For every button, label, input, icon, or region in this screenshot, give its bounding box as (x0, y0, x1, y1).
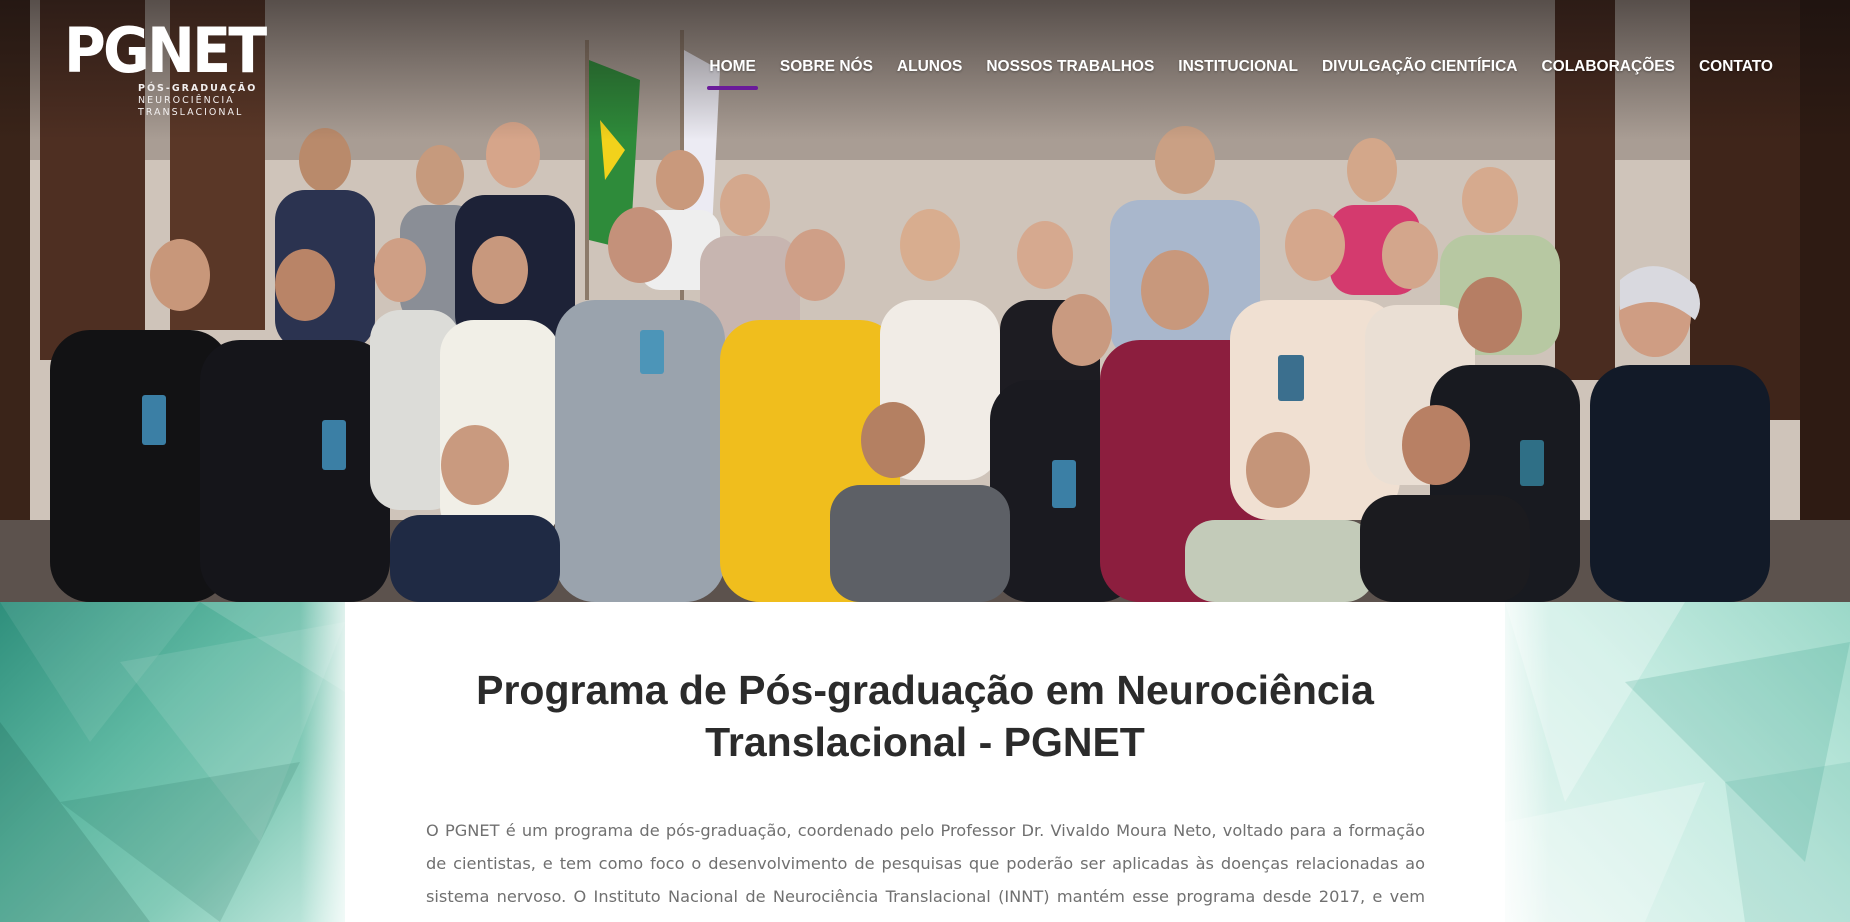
right-fade (1490, 602, 1550, 922)
nav-item-home[interactable]: HOME (707, 58, 758, 90)
nav-item-alunos[interactable]: ALUNOS (897, 58, 962, 76)
decorative-left-panel (0, 602, 345, 922)
logo-subtitle-3: TRANSLACIONAL (138, 107, 244, 118)
site-logo[interactable]: PGNET PÓS-GRADUAÇÃO NEUROCIÊNCIA TRANSLA… (64, 14, 267, 120)
page-title: Programa de Pós-graduação em Neurociênci… (476, 667, 1374, 765)
logo-subtitle-1: PÓS-GRADUAÇÃO (138, 83, 258, 94)
logo-wordmark: PGNET (64, 14, 267, 87)
left-fade (300, 602, 360, 922)
intro-paragraph: O PGNET é um programa de pós-graduação, … (426, 821, 1425, 922)
nav-item-contato[interactable]: CONTATO (1699, 58, 1773, 76)
decorative-right-panel (1505, 602, 1850, 922)
nav-item-sobre-nos[interactable]: SOBRE NÓS (780, 58, 873, 76)
main-nav: HOME SOBRE NÓS ALUNOS NOSSOS TRABALHOS I… (685, 58, 1773, 90)
nav-item-colaboracoes[interactable]: COLABORAÇÕES (1541, 58, 1674, 76)
nav-item-institucional[interactable]: INSTITUCIONAL (1178, 58, 1298, 76)
nav-item-nossos-trabalhos[interactable]: NOSSOS TRABALHOS (986, 58, 1154, 76)
intro-section: Programa de Pós-graduação em Neurociênci… (0, 602, 1850, 922)
hero-banner: PGNET PÓS-GRADUAÇÃO NEUROCIÊNCIA TRANSLA… (0, 0, 1850, 602)
nav-item-divulgacao-cientifica[interactable]: DIVULGAÇÃO CIENTÍFICA (1322, 58, 1517, 76)
logo-subtitle-2: NEUROCIÊNCIA (138, 95, 235, 106)
